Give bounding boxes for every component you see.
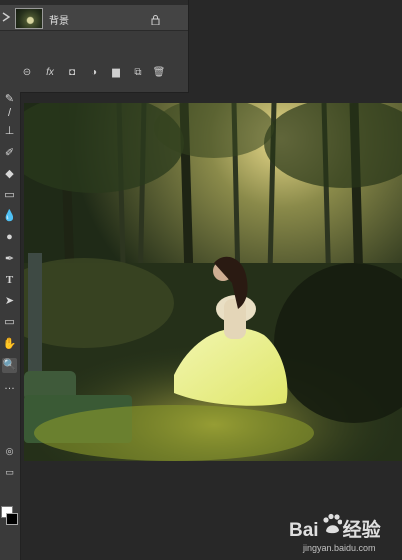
forest-girl-photo [24, 103, 402, 461]
more-tools-icon[interactable]: … [2, 379, 17, 394]
blur-icon[interactable]: 💧 [2, 209, 17, 224]
gradient-icon[interactable]: ▭ [2, 188, 17, 203]
watermark-brand-right: 经验 [342, 520, 381, 541]
lock-icon[interactable] [151, 12, 160, 26]
path-selection-icon[interactable]: ➤ [2, 294, 17, 309]
mixer-brush-icon[interactable]: ✎ [2, 92, 17, 107]
rectangle-icon[interactable]: ▭ [2, 315, 17, 330]
delete-layer-icon[interactable]: 🗑 [152, 66, 166, 80]
watermark-url: jingyan.baidu.com [303, 543, 376, 553]
type-icon[interactable]: T [2, 273, 17, 288]
watermark-brand-left: Bai [289, 520, 319, 541]
dodge-icon[interactable]: ● [2, 230, 17, 245]
baidu-jingyan-watermark: Bai 经验 jingyan.baidu.com [283, 512, 401, 558]
baidu-paw-icon [323, 513, 342, 534]
zoom-icon[interactable]: 🔍 [2, 358, 17, 373]
layers-panel: 背景 ⊝ fx ◘ ◑ ▆ ⧉ 🗑 [0, 0, 189, 93]
layer-thumbnail [15, 8, 43, 29]
pen-icon[interactable]: ✒ [2, 252, 17, 267]
link-layers-icon[interactable]: ⊝ [20, 66, 34, 80]
adjustment-layer-icon[interactable]: ◑ [87, 66, 101, 80]
group-folder-icon[interactable]: ▆ [109, 66, 123, 80]
history-brush-icon[interactable]: ✐ [2, 146, 17, 161]
brush-icon[interactable]: / [2, 106, 17, 121]
tools-bar: ✎ / ⊥ ✐ ◆ ▭ 💧 ● ✒ T ➤ ▭ ✋ 🔍 … ◎ ▭ [0, 92, 21, 560]
fx-icon[interactable]: fx [43, 66, 57, 80]
hand-icon[interactable]: ✋ [2, 337, 17, 352]
background-color-swatch[interactable] [6, 513, 18, 525]
eraser-icon[interactable]: ◆ [2, 167, 17, 182]
layer-name[interactable]: 背景 [49, 12, 69, 27]
clone-stamp-icon[interactable]: ⊥ [2, 124, 17, 139]
layer-mask-icon[interactable]: ◘ [65, 66, 79, 80]
quick-mask-icon[interactable]: ◎ [2, 444, 17, 459]
layer-row-background[interactable]: 背景 [0, 5, 188, 31]
eye-icon[interactable] [1, 11, 11, 23]
new-layer-icon[interactable]: ⧉ [131, 66, 145, 80]
layers-panel-footer: ⊝ fx ◘ ◑ ▆ ⧉ 🗑 [0, 62, 188, 84]
document-canvas[interactable] [24, 103, 402, 461]
screen-mode-icon[interactable]: ▭ [2, 465, 17, 480]
